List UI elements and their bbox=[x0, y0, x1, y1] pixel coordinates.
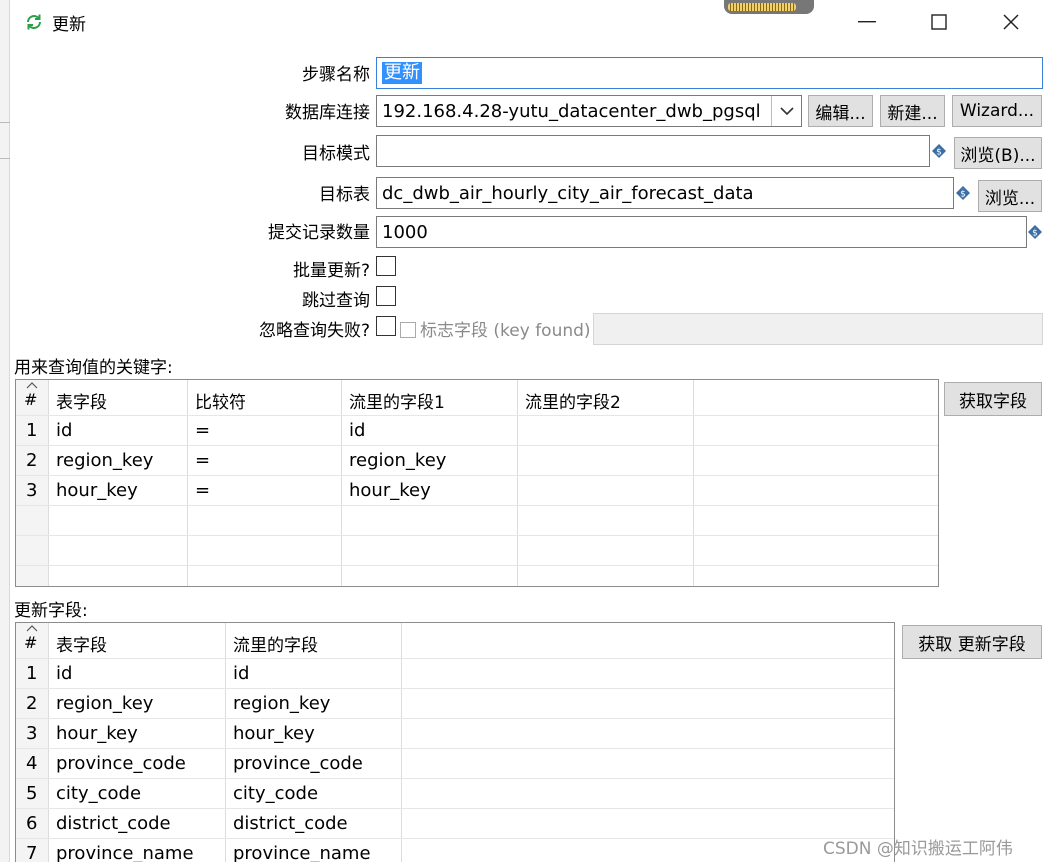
svg-text:$: $ bbox=[1032, 229, 1038, 239]
target-table-input[interactable]: dc_dwb_air_hourly_city_air_forecast_data bbox=[376, 177, 954, 209]
browse-table-button[interactable]: 浏览... bbox=[978, 180, 1042, 212]
step-name-value: 更新 bbox=[382, 62, 422, 84]
stream-field-cell[interactable]: district_code bbox=[233, 813, 348, 834]
chevron-down-icon[interactable] bbox=[771, 96, 801, 126]
commit-size-label: 提交记录数量 bbox=[268, 223, 370, 243]
row-index: 1 bbox=[26, 663, 38, 684]
table-field-cell[interactable]: id bbox=[56, 663, 72, 684]
commit-size-input[interactable]: 1000 bbox=[376, 216, 1027, 248]
row-index: 3 bbox=[26, 480, 38, 501]
row-index: 5 bbox=[26, 783, 38, 804]
sort-up-icon bbox=[26, 382, 38, 389]
minimize-button[interactable] bbox=[832, 0, 902, 44]
key-section-title: 用来查询值的关键字: bbox=[14, 358, 173, 378]
update-section-title: 更新字段: bbox=[14, 601, 88, 621]
commit-size-value: 1000 bbox=[382, 221, 428, 243]
batch-update-label: 批量更新? bbox=[292, 261, 370, 281]
refresh-icon bbox=[27, 14, 41, 30]
stream-field1-cell[interactable]: hour_key bbox=[349, 480, 431, 501]
close-button[interactable] bbox=[976, 0, 1046, 44]
db-connection-value: 192.168.4.28-yutu_datacenter_dwb_pgsql bbox=[382, 100, 761, 122]
stream-field1-cell[interactable]: region_key bbox=[349, 450, 446, 471]
get-update-fields-button[interactable]: 获取 更新字段 bbox=[902, 625, 1042, 659]
table-field-cell[interactable]: id bbox=[56, 420, 72, 441]
row-index: 1 bbox=[26, 420, 38, 441]
svg-text:$: $ bbox=[960, 190, 966, 200]
stream-field-cell[interactable]: province_name bbox=[233, 843, 371, 862]
step-name-label: 步骤名称 bbox=[302, 65, 370, 85]
row-index: 7 bbox=[26, 843, 38, 862]
table-field-cell[interactable]: region_key bbox=[56, 693, 153, 714]
stream-field-cell[interactable]: id bbox=[233, 663, 249, 684]
table-field-cell[interactable]: district_code bbox=[56, 813, 171, 834]
left-edge-strip bbox=[0, 0, 10, 862]
table-field-cell[interactable]: hour_key bbox=[56, 723, 138, 744]
skip-lookup-label: 跳过查询 bbox=[302, 291, 370, 311]
col-header-table-field[interactable]: 表字段 bbox=[56, 631, 107, 656]
stream-field-cell[interactable]: province_code bbox=[233, 753, 363, 774]
get-fields-button[interactable]: 获取字段 bbox=[944, 382, 1042, 416]
update-fields-table[interactable]: # 表字段 流里的字段 1 id id 2 region_key region_… bbox=[15, 622, 895, 862]
table-field-cell[interactable]: province_code bbox=[56, 753, 186, 774]
minimize-icon bbox=[858, 21, 876, 23]
maximize-icon bbox=[931, 14, 947, 30]
row-index: 3 bbox=[26, 723, 38, 744]
target-schema-input[interactable] bbox=[376, 135, 930, 167]
maximize-button[interactable] bbox=[904, 0, 974, 44]
col-header-comparator[interactable]: 比较符 bbox=[195, 388, 246, 413]
comparator-cell[interactable]: = bbox=[195, 450, 210, 471]
target-schema-label: 目标模式 bbox=[302, 144, 370, 164]
row-index: 6 bbox=[26, 813, 38, 834]
variable-icon[interactable]: $ bbox=[956, 186, 970, 200]
col-header-stream-field1[interactable]: 流里的字段1 bbox=[349, 388, 445, 413]
step-name-input[interactable]: 更新 bbox=[376, 57, 1043, 89]
row-index: 4 bbox=[26, 753, 38, 774]
table-field-cell[interactable]: province_name bbox=[56, 843, 194, 862]
flag-field-checkbox[interactable] bbox=[400, 322, 416, 338]
col-header-index: # bbox=[24, 633, 38, 652]
sort-up-icon bbox=[26, 625, 38, 632]
drag-handle[interactable] bbox=[724, 0, 814, 14]
target-table-label: 目标表 bbox=[319, 185, 370, 205]
stream-field1-cell[interactable]: id bbox=[349, 420, 365, 441]
edit-connection-button[interactable]: 编辑... bbox=[808, 95, 873, 127]
variable-icon[interactable]: $ bbox=[932, 144, 946, 158]
row-index: 2 bbox=[26, 693, 38, 714]
key-table[interactable]: # 表字段 比较符 流里的字段1 流里的字段2 1 id = id 2 regi… bbox=[15, 379, 939, 587]
close-icon bbox=[1003, 14, 1019, 30]
edge-notch bbox=[0, 122, 10, 123]
col-header-stream-field[interactable]: 流里的字段 bbox=[233, 631, 318, 656]
table-field-cell[interactable]: hour_key bbox=[56, 480, 138, 501]
ignore-lookup-failure-label: 忽略查询失败? bbox=[258, 321, 370, 341]
table-field-cell[interactable]: region_key bbox=[56, 450, 153, 471]
window-title: 更新 bbox=[52, 15, 86, 35]
target-table-value: dc_dwb_air_hourly_city_air_forecast_data bbox=[382, 182, 754, 204]
col-header-stream-field2[interactable]: 流里的字段2 bbox=[525, 388, 621, 413]
flag-field-label: 标志字段 (key found) bbox=[400, 316, 591, 341]
stream-field-cell[interactable]: hour_key bbox=[233, 723, 315, 744]
db-connection-select[interactable]: 192.168.4.28-yutu_datacenter_dwb_pgsql bbox=[376, 95, 802, 127]
ignore-lookup-failure-checkbox[interactable] bbox=[376, 316, 396, 336]
batch-update-checkbox[interactable] bbox=[376, 256, 396, 276]
stream-field-cell[interactable]: region_key bbox=[233, 693, 330, 714]
browse-schema-button[interactable]: 浏览(B)... bbox=[954, 137, 1042, 169]
watermark: CSDN @知识搬运工阿伟 bbox=[823, 839, 1013, 859]
row-index: 2 bbox=[26, 450, 38, 471]
wizard-button[interactable]: Wizard... bbox=[952, 95, 1042, 127]
db-connection-label: 数据库连接 bbox=[285, 103, 370, 123]
flag-field-input[interactable] bbox=[593, 313, 1043, 345]
svg-text:$: $ bbox=[936, 148, 942, 158]
col-header-table-field[interactable]: 表字段 bbox=[56, 388, 107, 413]
stream-field-cell[interactable]: city_code bbox=[233, 783, 318, 804]
variable-icon[interactable]: $ bbox=[1028, 225, 1042, 239]
col-header-index: # bbox=[24, 390, 38, 409]
comparator-cell[interactable]: = bbox=[195, 420, 210, 441]
table-field-cell[interactable]: city_code bbox=[56, 783, 141, 804]
edge-notch bbox=[0, 158, 10, 159]
skip-lookup-checkbox[interactable] bbox=[376, 286, 396, 306]
comparator-cell[interactable]: = bbox=[195, 480, 210, 501]
new-connection-button[interactable]: 新建... bbox=[880, 95, 945, 127]
